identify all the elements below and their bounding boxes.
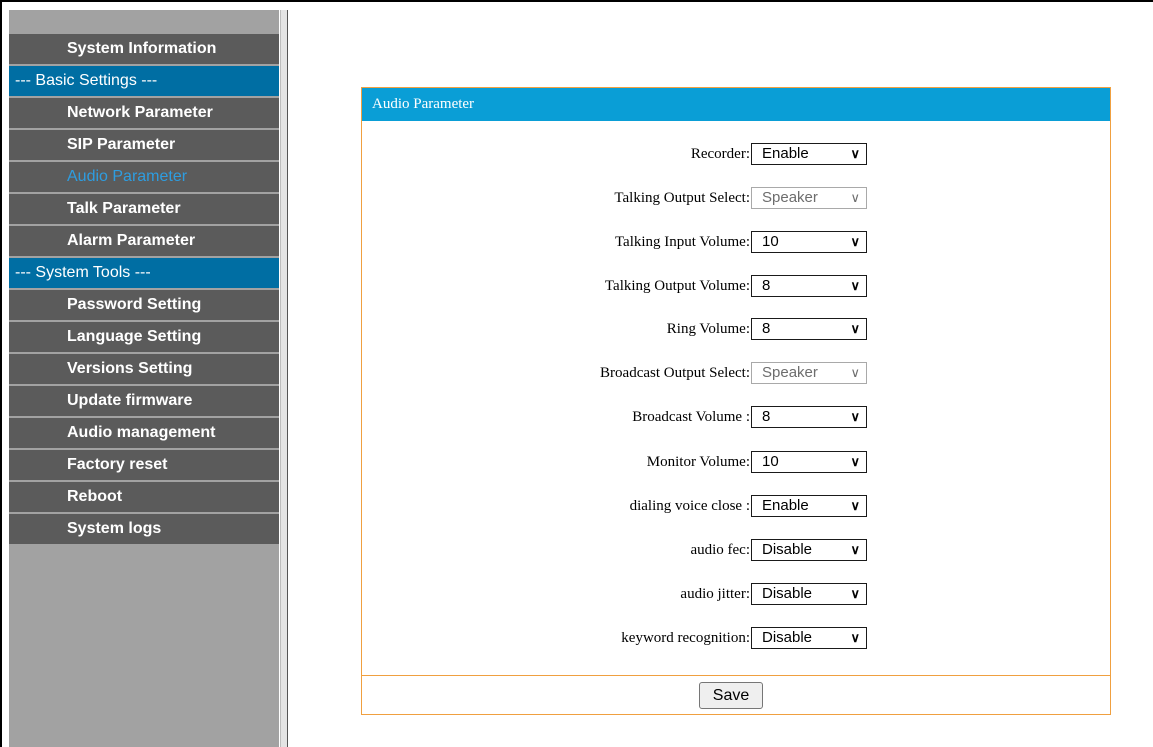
- field-label-keyword-recognition: keyword recognition:: [621, 630, 750, 646]
- sidebar-item-alarm-parameter[interactable]: Alarm Parameter: [9, 226, 279, 256]
- sidebar-section-system-tools: --- System Tools ---: [9, 258, 279, 288]
- talking-output-select-select: Speaker ∨: [751, 187, 867, 209]
- talking-input-volume-select[interactable]: 10 ∨: [751, 231, 867, 253]
- sidebar: System Information --- Basic Settings ---…: [9, 10, 279, 747]
- sidebar-item-system-information[interactable]: System Information: [9, 34, 279, 64]
- field-label-talking-output-volume: Talking Output Volume:: [604, 278, 750, 294]
- sidebar-item-password-setting[interactable]: Password Setting: [9, 290, 279, 320]
- sidebar-top-gap: [9, 10, 279, 34]
- sidebar-item-update-firmware[interactable]: Update firmware: [9, 386, 279, 416]
- dialing-voice-close-select[interactable]: Enable ∨: [751, 495, 867, 517]
- recorder-select[interactable]: Enable ∨: [751, 143, 867, 165]
- left-border: [0, 0, 2, 747]
- field-label-talking-input-volume: Talking Input Volume:: [614, 234, 750, 250]
- field-row-ring-volume: Ring Volume: 8 ∨: [362, 318, 1110, 340]
- audio-jitter-select-value: Disable: [762, 585, 813, 602]
- broadcast-volume-select-value: 8: [762, 408, 771, 425]
- chevron-down-icon: ∨: [850, 498, 860, 513]
- chevron-down-icon: ∨: [850, 278, 860, 293]
- broadcast-output-select-select: Speaker ∨: [751, 362, 867, 384]
- field-row-monitor-volume: Monitor Volume: 10 ∨: [362, 451, 1110, 473]
- broadcast-output-select-select-value: Speaker: [762, 364, 818, 381]
- field-label-audio-fec: audio fec:: [690, 542, 750, 558]
- field-row-audio-jitter: audio jitter: Disable ∨: [362, 583, 1110, 605]
- sidebar-section-basic-settings: --- Basic Settings ---: [9, 66, 279, 96]
- field-row-talking-output-volume: Talking Output Volume: 8 ∨: [362, 275, 1110, 297]
- top-border: [0, 0, 1153, 2]
- keyword-recognition-select[interactable]: Disable ∨: [751, 627, 867, 649]
- sidebar-item-system-logs[interactable]: System logs: [9, 514, 279, 544]
- panel-title: Audio Parameter: [362, 88, 1110, 121]
- field-label-talking-output-select: Talking Output Select:: [614, 190, 750, 206]
- ring-volume-select-value: 8: [762, 320, 771, 337]
- ring-volume-select[interactable]: 8 ∨: [751, 318, 867, 340]
- save-button[interactable]: Save: [699, 682, 763, 709]
- sidebar-item-language-setting[interactable]: Language Setting: [9, 322, 279, 352]
- field-row-audio-fec: audio fec: Disable ∨: [362, 539, 1110, 561]
- field-row-dialing-voice-close: dialing voice close : Enable ∨: [362, 495, 1110, 517]
- field-label-broadcast-output-select: Broadcast Output Select:: [600, 365, 750, 381]
- field-label-audio-jitter: audio jitter:: [680, 586, 750, 602]
- frame-divider[interactable]: [280, 10, 288, 747]
- talking-output-volume-select[interactable]: 8 ∨: [751, 275, 867, 297]
- field-label-monitor-volume: Monitor Volume:: [646, 454, 750, 470]
- sidebar-item-network-parameter[interactable]: Network Parameter: [9, 98, 279, 128]
- audio-fec-select-value: Disable: [762, 541, 813, 558]
- sidebar-item-factory-reset[interactable]: Factory reset: [9, 450, 279, 480]
- monitor-volume-select-value: 10: [762, 453, 779, 470]
- talking-output-select-select-value: Speaker: [762, 189, 818, 206]
- chevron-down-icon: ∨: [850, 409, 860, 424]
- sidebar-item-reboot[interactable]: Reboot: [9, 482, 279, 512]
- sidebar-item-audio-parameter[interactable]: Audio Parameter: [9, 162, 279, 192]
- chevron-down-icon: ∨: [850, 542, 860, 557]
- chevron-down-icon: ∨: [850, 146, 860, 161]
- keyword-recognition-select-value: Disable: [762, 629, 813, 646]
- chevron-down-icon: ∨: [850, 234, 860, 249]
- recorder-select-value: Enable: [762, 145, 809, 162]
- chevron-down-icon: ∨: [850, 630, 860, 645]
- monitor-volume-select[interactable]: 10 ∨: [751, 451, 867, 473]
- field-row-broadcast-volume: Broadcast Volume :8 ∨: [362, 406, 1110, 428]
- audio-parameter-panel: Audio Parameter Recorder: Enable ∨ Talking …: [361, 87, 1111, 715]
- chevron-down-icon: ∨: [850, 190, 860, 205]
- chevron-down-icon: ∨: [850, 321, 860, 336]
- field-row-talking-input-volume: Talking Input Volume: 10 ∨: [362, 231, 1110, 253]
- talking-output-volume-select-value: 8: [762, 277, 771, 294]
- chevron-down-icon: ∨: [850, 586, 860, 601]
- sidebar-item-sip-parameter[interactable]: SIP Parameter: [9, 130, 279, 160]
- chevron-down-icon: ∨: [850, 454, 860, 469]
- field-label-recorder: Recorder:: [690, 146, 750, 162]
- field-row-keyword-recognition: keyword recognition: Disable ∨: [362, 627, 1110, 649]
- sidebar-menu: System Information --- Basic Settings ---…: [9, 34, 279, 544]
- field-row-talking-output-select: Talking Output Select: Speaker ∨: [362, 187, 1110, 209]
- field-label-ring-volume: Ring Volume:: [666, 321, 750, 337]
- audio-jitter-select[interactable]: Disable ∨: [751, 583, 867, 605]
- field-row-broadcast-output-select: Broadcast Output Select: Speaker ∨: [362, 362, 1110, 384]
- dialing-voice-close-select-value: Enable: [762, 497, 809, 514]
- field-row-recorder: Recorder: Enable ∨: [362, 143, 1110, 165]
- audio-fec-select[interactable]: Disable ∨: [751, 539, 867, 561]
- talking-input-volume-select-value: 10: [762, 233, 779, 250]
- sidebar-item-versions-setting[interactable]: Versions Setting: [9, 354, 279, 384]
- chevron-down-icon: ∨: [850, 365, 860, 380]
- panel-footer: Save: [362, 675, 1110, 715]
- field-label-dialing-voice-close: dialing voice close :: [629, 498, 750, 514]
- sidebar-item-talk-parameter[interactable]: Talk Parameter: [9, 194, 279, 224]
- broadcast-volume-select[interactable]: 8 ∨: [751, 406, 867, 428]
- field-label-broadcast-volume: Broadcast Volume :: [632, 409, 750, 425]
- sidebar-item-audio-management[interactable]: Audio management: [9, 418, 279, 448]
